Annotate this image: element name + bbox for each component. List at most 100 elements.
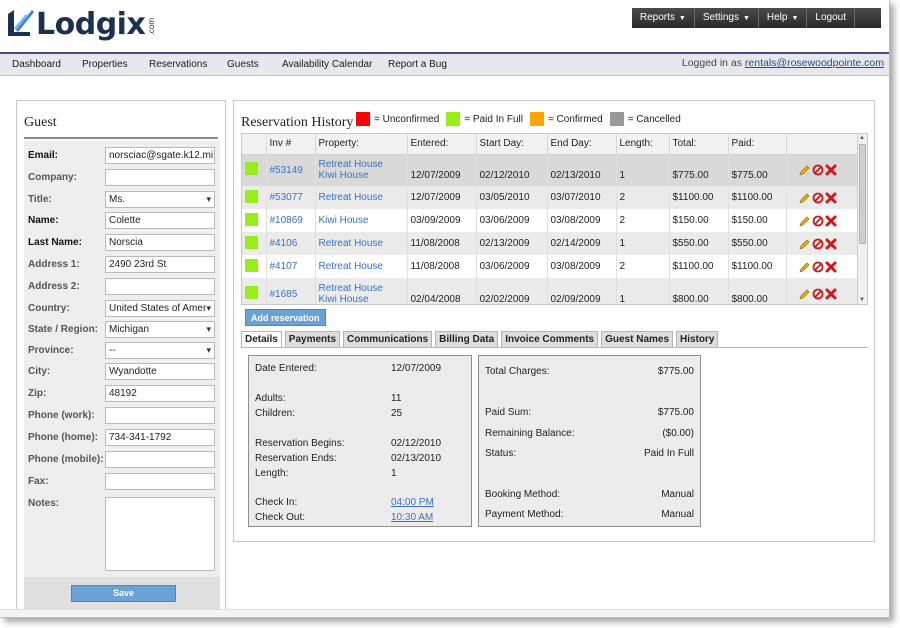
status-indicator [245, 286, 258, 299]
col-end[interactable]: End Day: [547, 134, 617, 155]
col-total[interactable]: Total: [669, 134, 729, 155]
table-row[interactable]: #53149 Retreat House Kiwi House 12/07/2009 0… [242, 154, 860, 186]
edit-pencil-icon[interactable] [798, 215, 811, 227]
menu-properties[interactable]: Properties [82, 59, 128, 70]
property-link[interactable]: Kiwi House [319, 215, 404, 226]
invoice-link[interactable]: #10869 [270, 215, 303, 226]
invoice-link[interactable]: #4106 [270, 238, 298, 249]
invoice-link[interactable]: #1685 [270, 289, 298, 300]
tab-details[interactable]: Details [241, 331, 282, 348]
tab-invoice-comments[interactable]: Invoice Comments [501, 331, 599, 348]
last-name-field[interactable]: Norscia [105, 234, 215, 251]
menu-report-a-bug[interactable]: Report a Bug [388, 59, 447, 70]
delete-x-icon[interactable] [825, 192, 837, 204]
entered-cell: 03/09/2009 [407, 209, 477, 232]
legend-swatch-confirmed [529, 112, 544, 126]
logout-button[interactable]: Logout [807, 8, 855, 28]
delete-x-icon[interactable] [825, 215, 837, 227]
menu-availability-calendar[interactable]: Availability Calendar [282, 59, 372, 70]
address2-field[interactable] [105, 278, 215, 295]
delete-x-icon[interactable] [825, 288, 837, 300]
scroll-up-icon[interactable]: ▲ [859, 135, 865, 141]
menu-dashboard[interactable]: Dashboard [12, 59, 61, 70]
checkin-link[interactable]: 04:00 PM [391, 497, 434, 508]
scroll-thumb[interactable] [859, 144, 866, 244]
property-link[interactable]: Kiwi House [319, 294, 404, 304]
property-link[interactable]: Retreat House [319, 238, 404, 249]
cancel-circle-icon[interactable] [812, 215, 824, 227]
table-row[interactable]: #53077 Retreat House 12/07/2009 03/05/2010 0… [242, 186, 860, 209]
zip-field[interactable]: 48192 [105, 385, 215, 402]
email-field[interactable]: norsciac@sgate.k12.mi.u [105, 147, 215, 164]
invoice-link[interactable]: #53077 [270, 192, 303, 203]
table-row[interactable]: #10869 Kiwi House 03/09/2009 03/06/2009 03/0… [242, 209, 860, 232]
notes-textarea[interactable] [105, 497, 215, 571]
country-select[interactable]: United States of Amer [105, 300, 215, 317]
settings-menu-button[interactable]: Settings ▼ [694, 8, 759, 28]
remaining-label: Remaining Balance: [485, 428, 575, 439]
invoice-link[interactable]: #4107 [270, 261, 298, 272]
tab-payments[interactable]: Payments [284, 331, 341, 348]
city-field[interactable]: Wyandotte [105, 363, 215, 380]
edit-pencil-icon[interactable] [798, 192, 811, 204]
table-row[interactable]: #1685 Retreat House Kiwi House 02/04/2008 02… [242, 278, 860, 304]
col-inv[interactable]: Inv # [266, 134, 316, 155]
title-select[interactable]: Ms. [105, 191, 215, 208]
edit-pencil-icon[interactable] [798, 238, 811, 250]
phone-mobile-field[interactable] [105, 451, 215, 468]
menu-reservations[interactable]: Reservations [149, 59, 207, 70]
tab-billing-data[interactable]: Billing Data [435, 331, 499, 348]
cancel-circle-icon[interactable] [812, 192, 824, 204]
guest-panel-title: Guest [24, 115, 218, 139]
province-select[interactable]: -- [105, 342, 215, 359]
phone-work-field[interactable] [105, 407, 215, 424]
table-scrollbar[interactable]: ▲ ▼ [857, 134, 867, 304]
col-start[interactable]: Start Day: [476, 134, 548, 155]
delete-x-icon[interactable] [825, 238, 837, 250]
property-link[interactable]: Kiwi House [319, 170, 404, 181]
logo-text: Lodgix [36, 6, 146, 42]
table-row[interactable]: #4106 Retreat House 11/08/2008 02/13/2009 02… [242, 232, 860, 255]
property-link[interactable]: Retreat House [319, 283, 404, 294]
col-property[interactable]: Property: [315, 134, 408, 155]
edit-pencil-icon[interactable] [798, 261, 811, 273]
invoice-link[interactable]: #53149 [270, 165, 303, 176]
property-link[interactable]: Retreat House [319, 159, 404, 170]
delete-x-icon[interactable] [825, 261, 837, 273]
save-button[interactable]: Save [71, 585, 176, 602]
chevron-down-icon: ▼ [742, 15, 750, 22]
col-paid[interactable]: Paid: [728, 134, 787, 155]
menu-guests[interactable]: Guests [227, 59, 259, 70]
cancel-circle-icon[interactable] [812, 288, 824, 300]
phone-home-label: Phone (home): [28, 432, 98, 443]
table-row[interactable]: #4107 Retreat House 11/08/2008 03/06/2009 03… [242, 255, 860, 278]
tab-communications[interactable]: Communications [343, 331, 433, 348]
state-select[interactable]: Michigan [105, 321, 215, 338]
reports-menu-button[interactable]: Reports ▼ [631, 8, 695, 28]
col-entered[interactable]: Entered: [407, 134, 477, 155]
phone-home-field[interactable]: 734-341-1792 [105, 429, 215, 446]
cancel-circle-icon[interactable] [812, 164, 824, 176]
fax-field[interactable] [105, 473, 215, 490]
checkout-link[interactable]: 10:30 AM [391, 512, 433, 523]
delete-x-icon[interactable] [825, 164, 837, 176]
logged-in-user-link[interactable]: rentals@rosewoodpointe.com [745, 57, 884, 69]
checkout-value: 10:30 AM [391, 512, 433, 523]
cancel-circle-icon[interactable] [812, 238, 824, 250]
col-length[interactable]: Length: [616, 134, 670, 155]
status-indicator [245, 235, 258, 249]
property-link[interactable]: Retreat House [319, 261, 404, 272]
help-menu-button[interactable]: Help ▼ [758, 8, 808, 28]
company-field[interactable] [105, 169, 215, 186]
tab-history[interactable]: History [676, 331, 719, 348]
cancel-circle-icon[interactable] [812, 261, 824, 273]
address1-field[interactable]: 2490 23rd St [105, 256, 215, 273]
logo[interactable]: Lodgix .com [4, 4, 156, 44]
edit-pencil-icon[interactable] [798, 164, 811, 176]
tab-guest-names[interactable]: Guest Names [601, 331, 674, 348]
edit-pencil-icon[interactable] [798, 288, 811, 300]
property-link[interactable]: Retreat House [319, 192, 404, 203]
first-name-field[interactable]: Colette [105, 212, 215, 229]
scroll-down-icon[interactable]: ▼ [859, 297, 865, 303]
add-reservation-button[interactable]: Add reservation [245, 309, 326, 326]
